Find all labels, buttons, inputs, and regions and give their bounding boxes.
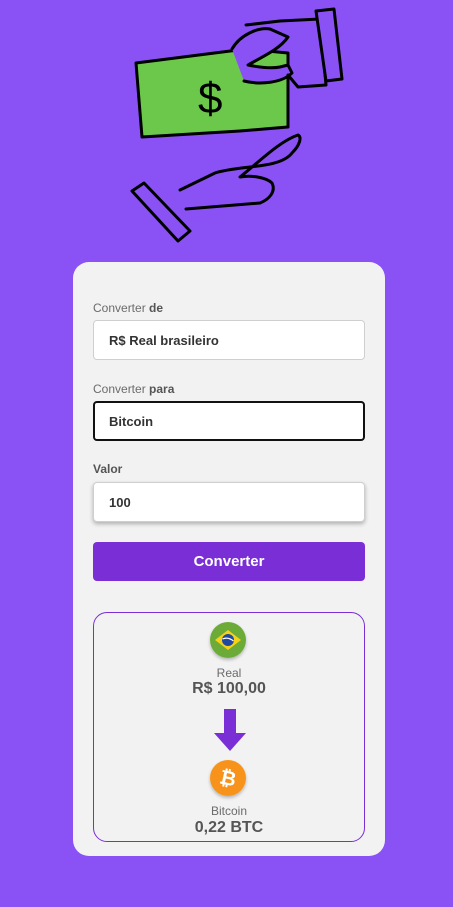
- converter-card: Converter de R$ Real brasileiro Converte…: [73, 262, 385, 856]
- brazil-flag-icon: [210, 622, 246, 658]
- amount-input[interactable]: 100: [93, 482, 365, 522]
- to-currency-label: Converter para: [93, 382, 175, 396]
- from-currency-name: Real: [216, 666, 242, 680]
- conversion-result: Real R$ 100,00 ₿ Bitcoin 0,22 BTC: [93, 612, 365, 842]
- to-currency-name: Bitcoin: [210, 804, 248, 818]
- to-currency-result: 0,22 BTC: [194, 819, 264, 836]
- bitcoin-icon: ₿: [210, 760, 246, 796]
- money-exchange-illustration: $: [130, 7, 344, 243]
- to-currency-select[interactable]: Bitcoin: [93, 401, 365, 441]
- from-currency-select[interactable]: R$ Real brasileiro: [93, 320, 365, 360]
- amount-value: 100: [109, 494, 131, 510]
- arrow-down-icon: [214, 709, 246, 751]
- to-currency-value: Bitcoin: [109, 413, 154, 429]
- svg-text:$: $: [198, 74, 222, 123]
- amount-label: Valor: [93, 462, 123, 476]
- convert-button[interactable]: Converter: [93, 542, 365, 581]
- from-currency-value: R$ Real brasileiro: [109, 332, 219, 348]
- from-currency-label: Converter de: [93, 301, 164, 315]
- from-currency-result: R$ 100,00: [192, 680, 266, 697]
